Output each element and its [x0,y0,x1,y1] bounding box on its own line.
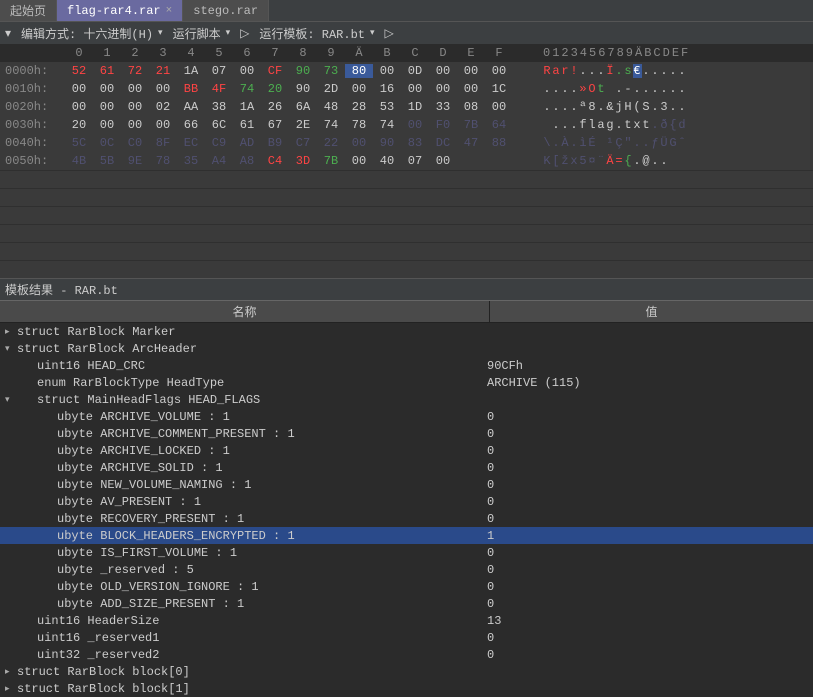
toolbar: ▾ 编辑方式: 十六进制(H) 运行脚本 ▷ 运行模板: RAR.bt ▷ [0,22,813,44]
expand-icon[interactable]: ▸ [5,667,17,677]
run-template-play-icon[interactable]: ▷ [385,26,394,41]
tree-row[interactable]: ubyte ARCHIVE_LOCKED : 10 [0,442,813,459]
hex-row[interactable]: 0030h:20000000666C61672E74787400F07B64 .… [0,116,813,134]
tree-row[interactable]: ubyte ARCHIVE_SOLID : 10 [0,459,813,476]
tree-row[interactable]: uint32 _reserved20 [0,646,813,663]
tree-row[interactable]: ubyte _reserved : 50 [0,561,813,578]
tree-row[interactable]: ubyte OLD_VERSION_IGNORE : 10 [0,578,813,595]
tree-row[interactable]: ubyte IS_FIRST_VOLUME : 10 [0,544,813,561]
hex-row[interactable]: 0010h:00000000BB4F7420902D00160000001C..… [0,80,813,98]
tree-row[interactable]: ubyte ARCHIVE_COMMENT_PRESENT : 10 [0,425,813,442]
run-script-play-icon[interactable]: ▷ [240,26,249,41]
tab-bar: 起始页flag-rar4.rar×stego.rar [0,0,813,22]
expand-icon[interactable]: ▸ [5,684,17,694]
hex-blank-area [0,170,813,278]
tree-row[interactable]: enum RarBlockType HeadTypeARCHIVE (115) [0,374,813,391]
hex-row[interactable]: 0020h:00000002AA381A266A4828531D330800..… [0,98,813,116]
tree-row[interactable]: ▾struct RarBlock ArcHeader [0,340,813,357]
tree-row[interactable]: uint16 _reserved10 [0,629,813,646]
expand-icon[interactable]: ▸ [5,327,17,337]
toolbar-arrow-icon[interactable]: ▾ [5,26,11,41]
template-result-header: 模板结果 - RAR.bt [0,278,813,300]
hex-column-header: 0123456789ÄBCDEF 0123456789ÄBCDEF [0,44,813,62]
tab-stego.rar[interactable]: stego.rar [183,0,269,21]
tab-flag-rar4.rar[interactable]: flag-rar4.rar× [57,0,183,21]
hex-row[interactable]: 0040h:5C0CC08FECC9ADB9C722009083DC4788\.… [0,134,813,152]
run-script-dropdown[interactable]: 运行脚本 [173,25,231,42]
hex-row[interactable]: 0050h:4B5B9E7835A4A8C43D7B00400700K[žx5¤… [0,152,813,170]
col-name[interactable]: 名称 [0,301,490,322]
tree-row[interactable]: ubyte RECOVERY_PRESENT : 10 [0,510,813,527]
col-value[interactable]: 值 [490,301,813,322]
expand-icon[interactable]: ▾ [5,344,17,354]
hex-rows[interactable]: 0000h:526172211A0700CF907380000D000000Ra… [0,62,813,170]
edit-mode-dropdown[interactable]: 编辑方式: 十六进制(H) [21,25,163,42]
hex-row[interactable]: 0000h:526172211A0700CF907380000D000000Ra… [0,62,813,80]
tree-row[interactable]: ubyte NEW_VOLUME_NAMING : 10 [0,476,813,493]
tree-row[interactable]: ubyte ARCHIVE_VOLUME : 10 [0,408,813,425]
hex-editor: 0123456789ÄBCDEF 0123456789ÄBCDEF 0000h:… [0,44,813,278]
tab-起始页[interactable]: 起始页 [0,0,57,21]
tree-row[interactable]: ▾struct MainHeadFlags HEAD_FLAGS [0,391,813,408]
close-icon[interactable]: × [166,5,173,17]
tree-row[interactable]: uint16 HeaderSize13 [0,612,813,629]
tree-row[interactable]: ubyte BLOCK_HEADERS_ENCRYPTED : 11 [0,527,813,544]
template-result-label: 模板结果 - RAR.bt [5,281,118,298]
run-template-dropdown[interactable]: 运行模板: RAR.bt [259,25,374,42]
expand-icon[interactable]: ▾ [5,395,17,405]
tree-row[interactable]: ubyte AV_PRESENT : 10 [0,493,813,510]
tree-grid-header: 名称 值 [0,300,813,323]
tree-row[interactable]: ▸struct RarBlock block[1] [0,680,813,697]
tree-row[interactable]: ▸struct RarBlock block[0] [0,663,813,680]
tree-row[interactable]: ubyte ADD_SIZE_PRESENT : 10 [0,595,813,612]
tree-row[interactable]: uint16 HEAD_CRC90CFh [0,357,813,374]
tree-row[interactable]: ▸struct RarBlock Marker [0,323,813,340]
struct-tree[interactable]: ▸struct RarBlock Marker▾struct RarBlock … [0,323,813,697]
ascii-header: 0123456789ÄBCDEF [543,46,690,60]
